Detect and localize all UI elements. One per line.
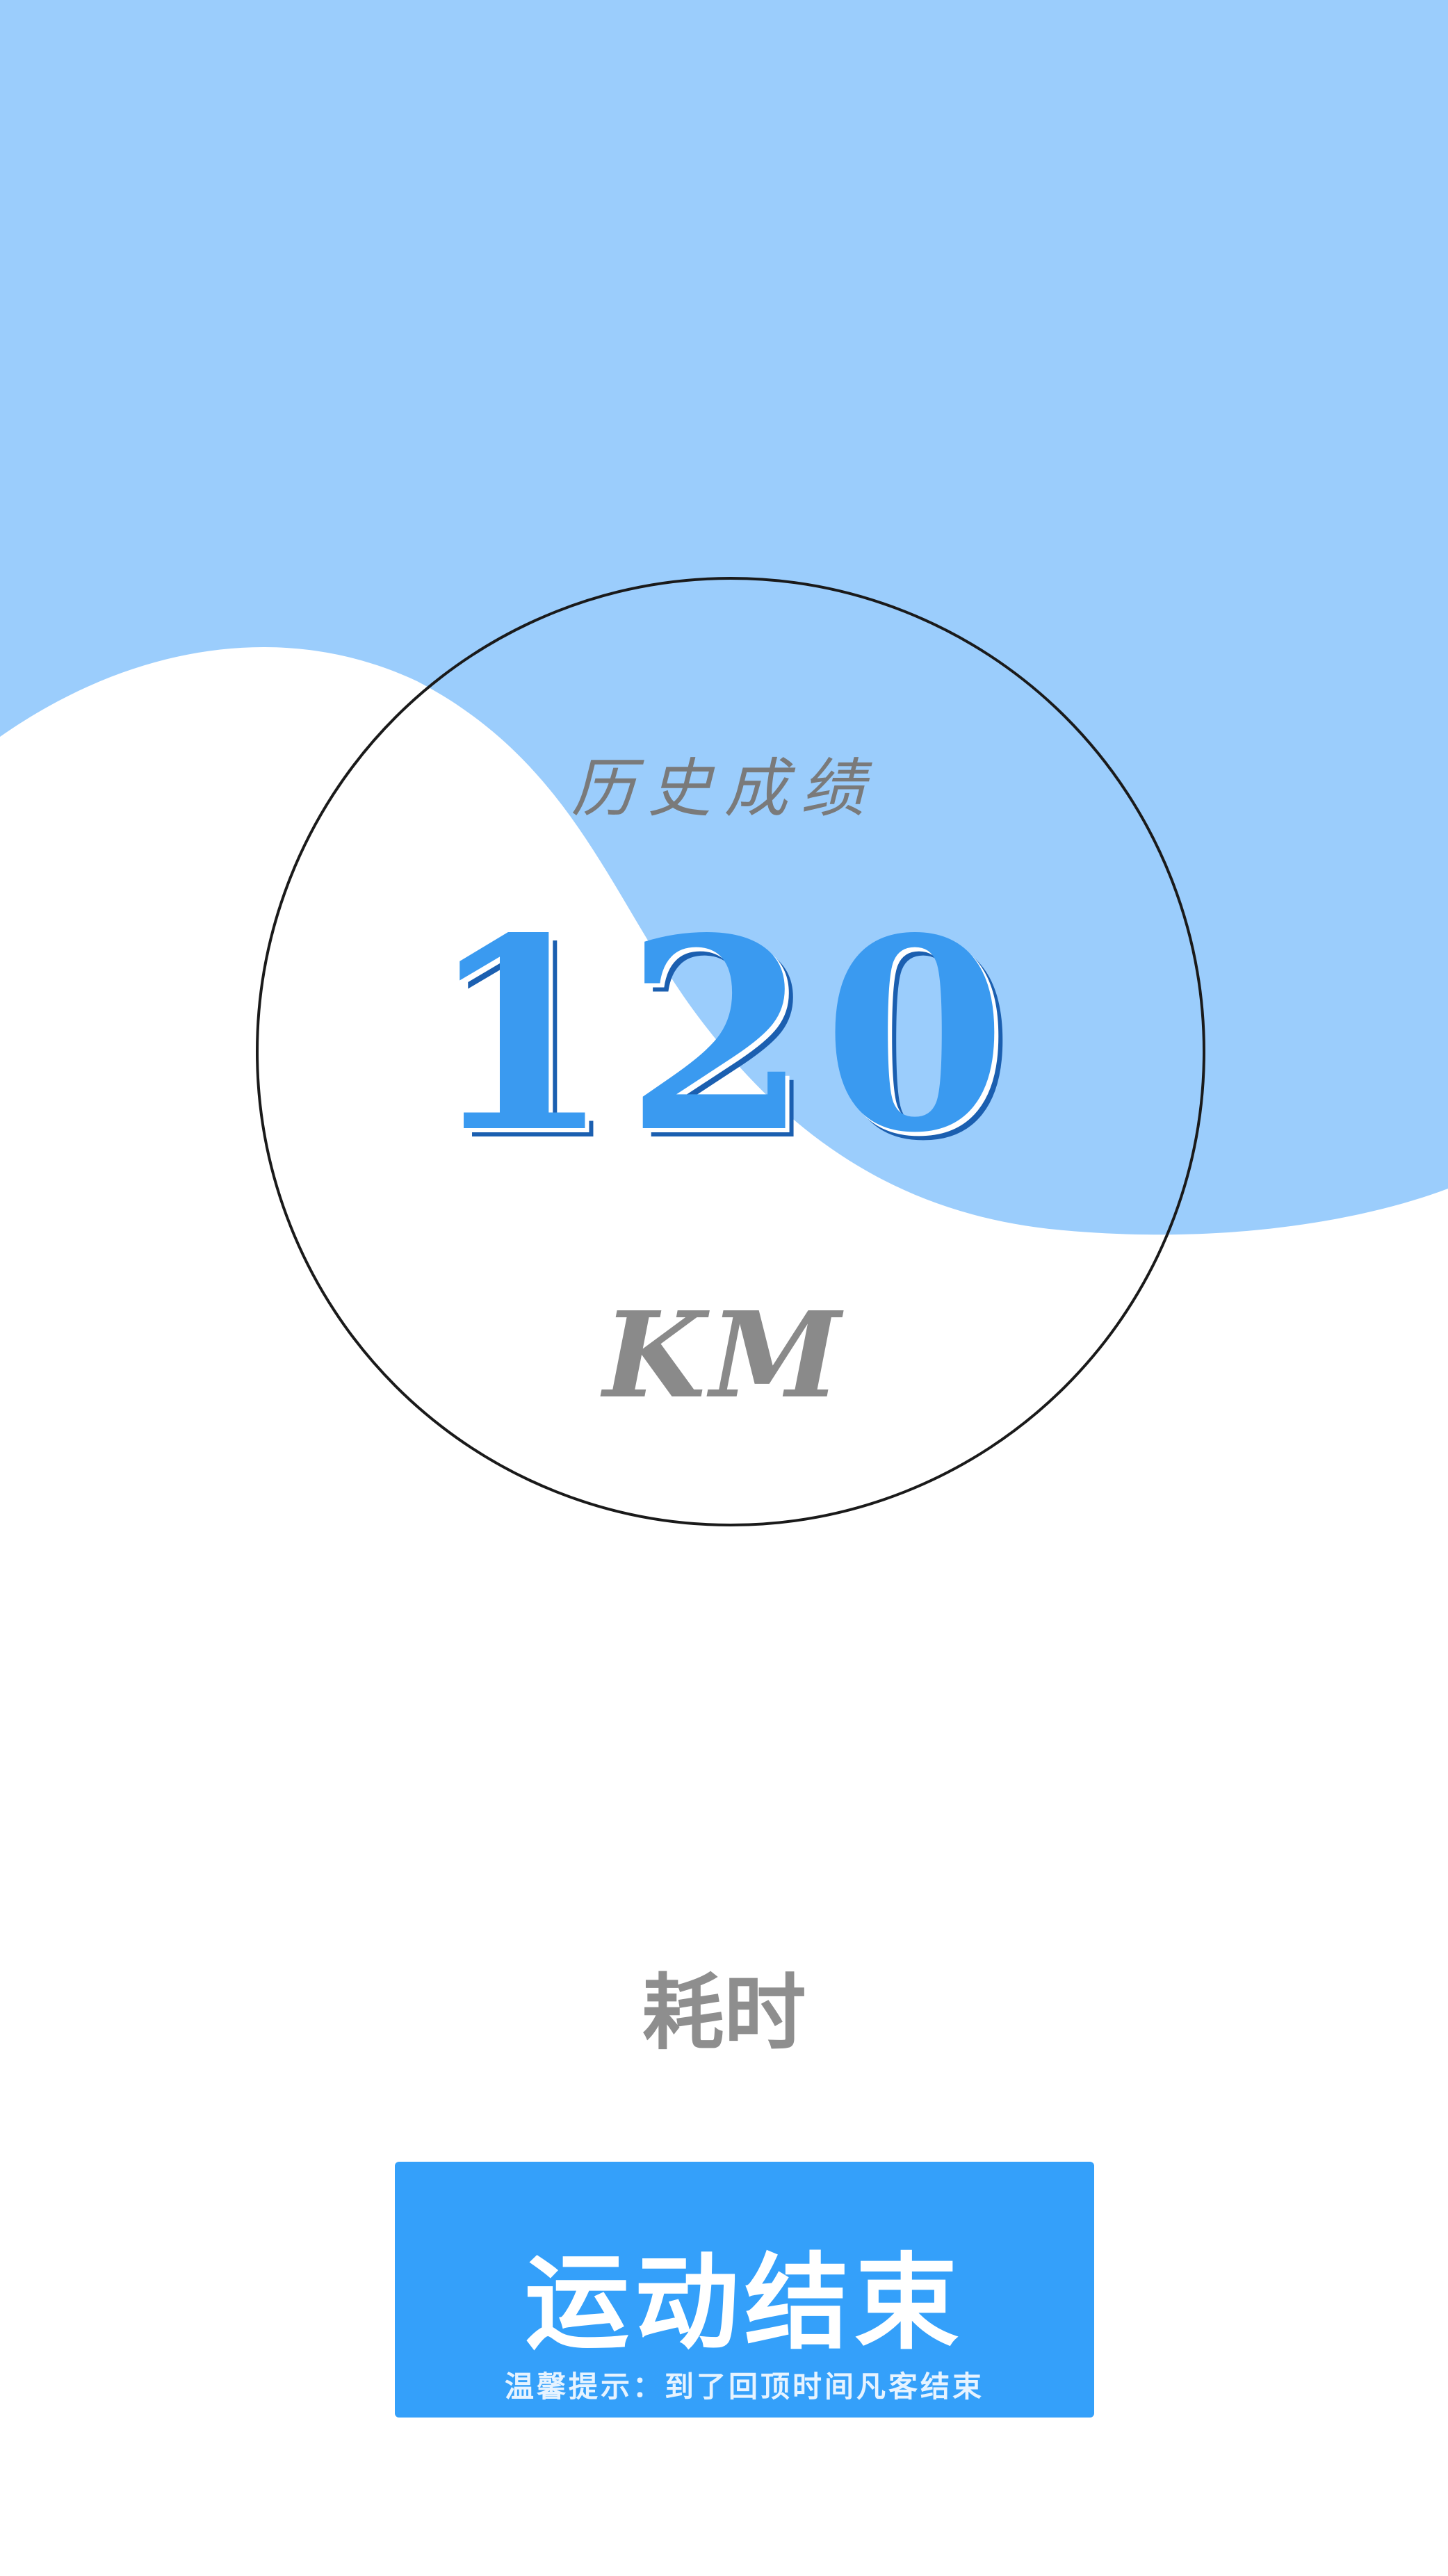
end-exercise-hint: 温馨提示：到了回顶时间凡客结束 (504, 2370, 984, 2404)
end-exercise-button[interactable]: 运动结束 温馨提示：到了回顶时间凡客结束 (395, 2162, 1094, 2418)
distance-value: 120 (427, 880, 1021, 1191)
sport-result-screen: 历史成绩 120 KM 耗时 运动结束 温馨提示：到了回顶时间凡客结束 (0, 0, 1448, 2576)
distance-unit: KM (603, 1286, 845, 1425)
elapsed-time-label: 耗时 (642, 1965, 806, 2061)
end-exercise-button-label: 运动结束 (524, 2243, 964, 2364)
history-score-label: 历史成绩 (571, 751, 877, 826)
